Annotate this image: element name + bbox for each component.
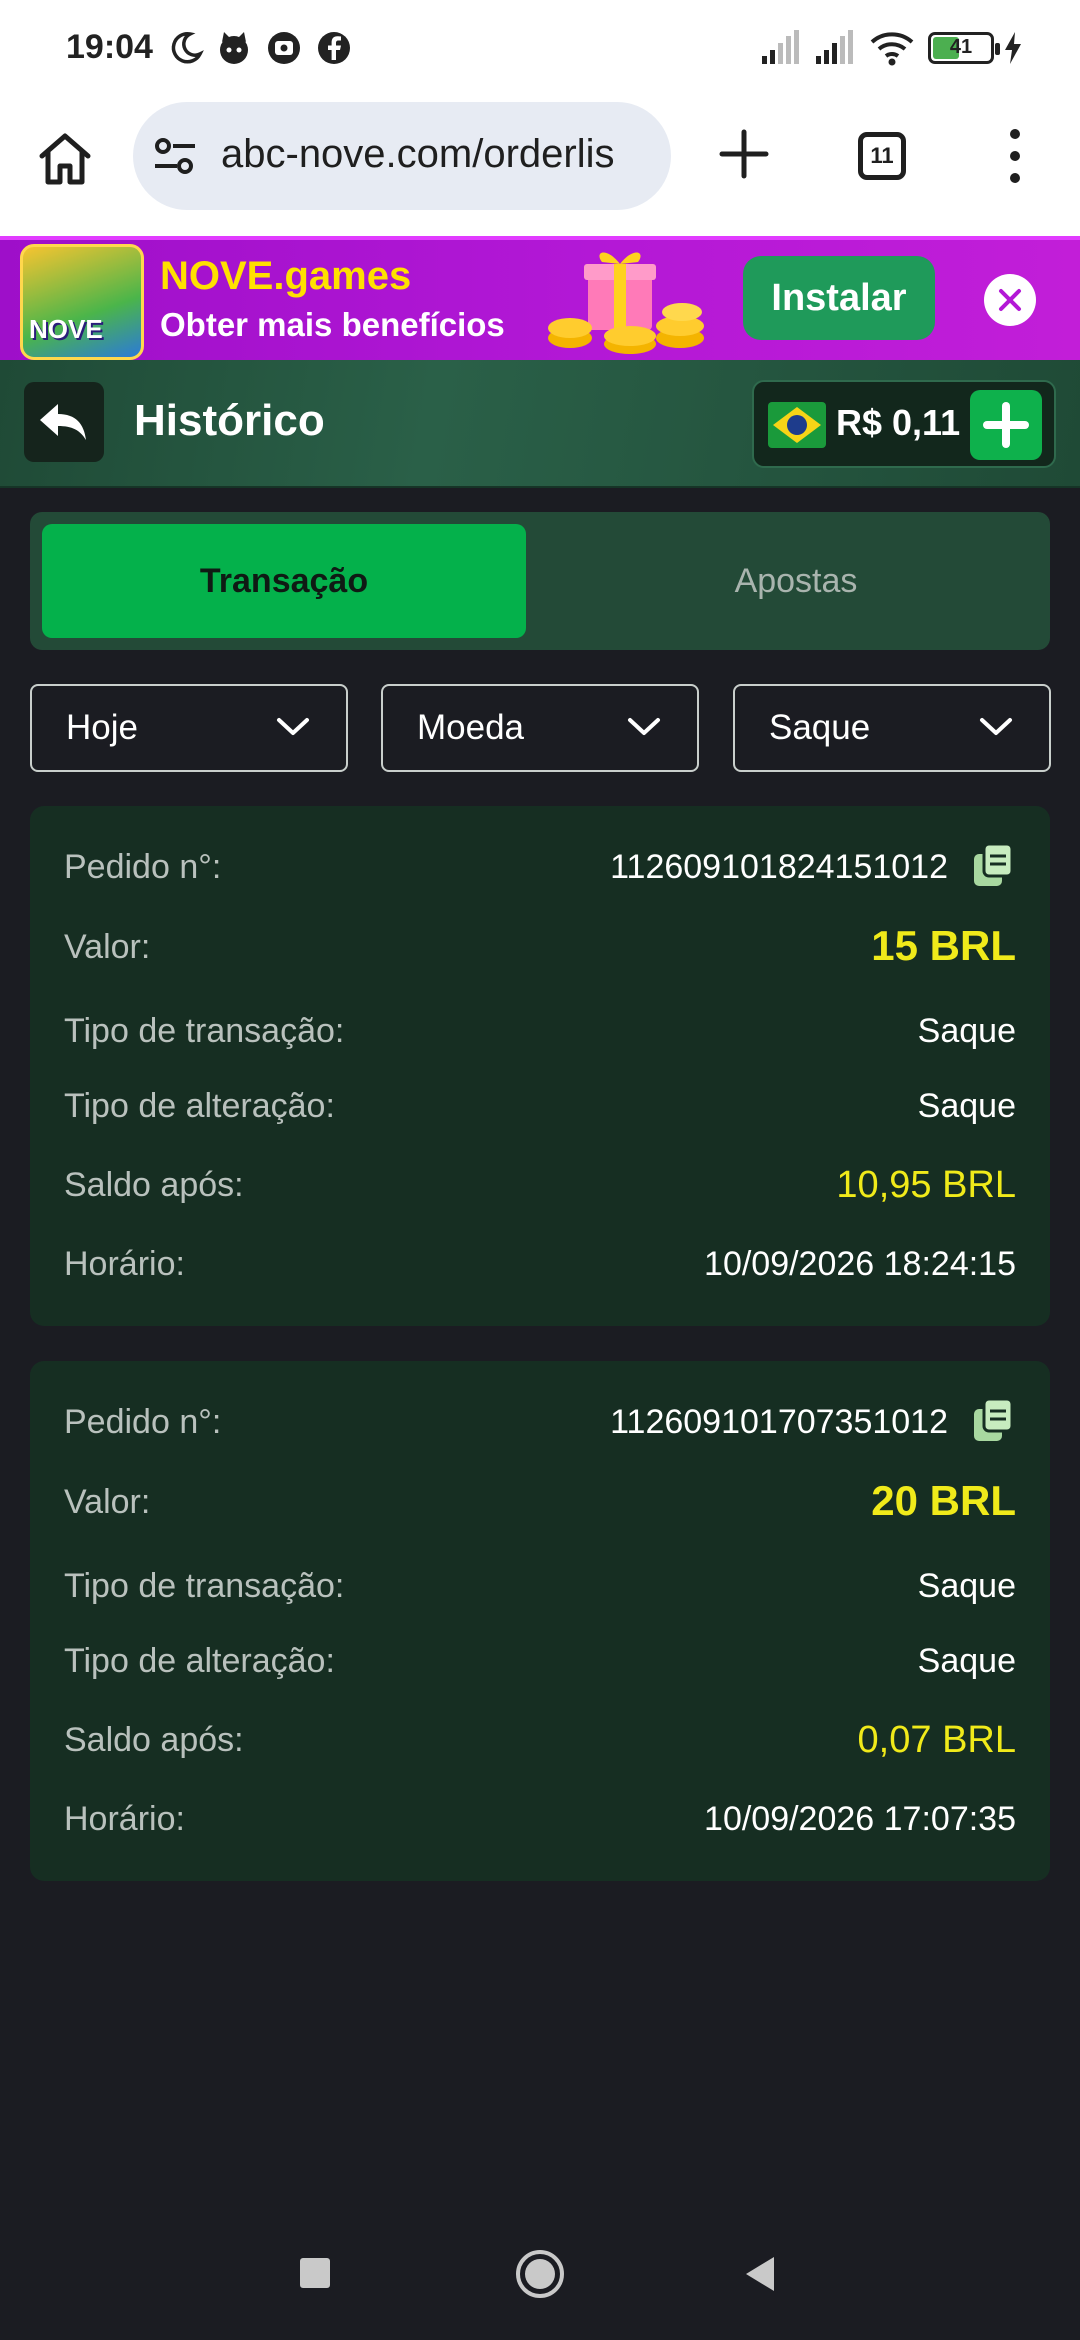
- install-button[interactable]: Instalar: [743, 256, 935, 340]
- status-bar: 19:04 41: [0, 0, 1080, 96]
- order-label: Pedido n°:: [64, 1403, 222, 1441]
- copy-icon[interactable]: [970, 1397, 1016, 1443]
- copy-icon[interactable]: [970, 842, 1016, 888]
- transaction-type-label: Tipo de transação:: [64, 1567, 345, 1605]
- balance-widget: R$ 0,11: [752, 380, 1056, 468]
- more-menu-icon[interactable]: [1000, 126, 1030, 186]
- transaction-card: Pedido n°: 112609101707351012 Valor: 20 …: [30, 1361, 1050, 1881]
- type-filter-label: Saque: [769, 708, 871, 747]
- tab-transacao[interactable]: Transação: [42, 524, 526, 638]
- balance-after-value: 10,95 BRL: [836, 1164, 1016, 1206]
- home-button-icon[interactable]: [514, 2248, 566, 2300]
- chevron-down-icon: [277, 718, 309, 735]
- app-logo-text: NOVE: [29, 314, 103, 344]
- change-type-value: Saque: [917, 1087, 1016, 1125]
- home-icon[interactable]: [36, 130, 94, 188]
- facebook-icon: [318, 32, 350, 64]
- url-text: abc-nove.com/orderlis: [221, 132, 615, 176]
- back-button[interactable]: [24, 382, 104, 462]
- banner-title: NOVE.games: [160, 254, 412, 298]
- change-type-label: Tipo de alteração:: [64, 1087, 335, 1125]
- time-row: Horário: 10/09/2026 18:24:15: [64, 1245, 1016, 1295]
- order-row: Pedido n°: 112609101707351012: [64, 1397, 1016, 1453]
- balance-after-label: Saldo após:: [64, 1721, 244, 1759]
- order-number: 112609101824151012: [610, 848, 948, 886]
- cat-icon: [220, 32, 248, 64]
- time-value: 10/09/2026 18:24:15: [704, 1245, 1016, 1283]
- order-label: Pedido n°:: [64, 848, 222, 886]
- transaction-type-label: Tipo de transação:: [64, 1012, 345, 1050]
- amount-label: Valor:: [64, 1483, 151, 1521]
- signal-icon: [762, 30, 799, 64]
- moon-icon: [171, 32, 204, 64]
- signal-icon: [816, 30, 853, 64]
- status-time: 19:04: [66, 28, 153, 66]
- close-banner-button[interactable]: [984, 274, 1036, 326]
- app-header: Histórico R$ 0,11: [0, 360, 1080, 488]
- back-arrow-icon: [40, 404, 86, 440]
- transaction-card: Pedido n°: 112609101824151012 Valor: 15 …: [30, 806, 1050, 1326]
- change-type-row: Tipo de alteração: Saque: [64, 1642, 1016, 1692]
- battery-icon: 41: [928, 32, 1000, 64]
- time-row: Horário: 10/09/2026 17:07:35: [64, 1800, 1016, 1850]
- install-banner: NOVE NOVE.games Obter mais benefícios In…: [0, 236, 1080, 360]
- banner-subtitle: Obter mais benefícios: [160, 306, 505, 343]
- battery-level: 41: [949, 36, 973, 58]
- transaction-type-row: Tipo de transação: Saque: [64, 1012, 1016, 1062]
- currency-filter-dropdown[interactable]: Moeda: [381, 684, 699, 772]
- transaction-type-value: Saque: [917, 1567, 1016, 1605]
- charging-icon: [1005, 32, 1021, 64]
- date-filter-dropdown[interactable]: Hoje: [30, 684, 348, 772]
- order-number: 112609101707351012: [610, 1403, 948, 1441]
- plus-icon: [983, 402, 1029, 448]
- browser-toolbar: abc-nove.com/orderlis 11: [0, 96, 1080, 236]
- recents-button-icon[interactable]: [298, 2256, 332, 2290]
- time-label: Horário:: [64, 1800, 185, 1838]
- transaction-type-value: Saque: [917, 1012, 1016, 1050]
- amount-row: Valor: 15 BRL: [64, 922, 1016, 978]
- balance-after-value: 0,07 BRL: [857, 1719, 1016, 1761]
- history-tabs: Transação Apostas: [30, 512, 1050, 650]
- balance-amount: R$ 0,11: [836, 402, 961, 443]
- page-title: Histórico: [134, 396, 325, 445]
- balance-after-row: Saldo após: 0,07 BRL: [64, 1719, 1016, 1771]
- change-type-label: Tipo de alteração:: [64, 1642, 335, 1680]
- amount-label: Valor:: [64, 928, 151, 966]
- system-nav-bar: [0, 2200, 1080, 2340]
- deposit-button[interactable]: [970, 390, 1042, 460]
- order-row: Pedido n°: 112609101824151012: [64, 842, 1016, 898]
- brazil-flag-icon: [768, 402, 826, 448]
- address-bar[interactable]: abc-nove.com/orderlis: [133, 102, 671, 210]
- type-filter-dropdown[interactable]: Saque: [733, 684, 1051, 772]
- close-icon: [999, 289, 1021, 311]
- amount-value: 15 BRL: [871, 922, 1016, 969]
- time-value: 10/09/2026 17:07:35: [704, 1800, 1016, 1838]
- gift-coins-icon: [548, 252, 704, 354]
- chevron-down-icon: [980, 718, 1012, 735]
- amount-value: 20 BRL: [871, 1477, 1016, 1524]
- chevron-down-icon: [628, 718, 660, 735]
- amount-row: Valor: 20 BRL: [64, 1477, 1016, 1533]
- screen-record-icon: [268, 32, 300, 64]
- transaction-type-row: Tipo de transação: Saque: [64, 1567, 1016, 1617]
- back-button-icon[interactable]: [742, 2254, 778, 2294]
- tab-apostas[interactable]: Apostas: [554, 524, 1038, 638]
- date-filter-label: Hoje: [66, 708, 138, 747]
- change-type-value: Saque: [917, 1642, 1016, 1680]
- app-logo: NOVE: [20, 244, 144, 360]
- new-tab-icon[interactable]: [716, 126, 772, 182]
- tab-switcher-button[interactable]: 11: [858, 132, 906, 180]
- balance-after-label: Saldo após:: [64, 1166, 244, 1204]
- currency-filter-label: Moeda: [417, 708, 525, 747]
- change-type-row: Tipo de alteração: Saque: [64, 1087, 1016, 1137]
- wifi-icon: [870, 32, 914, 66]
- time-label: Horário:: [64, 1245, 185, 1283]
- site-settings-icon[interactable]: [153, 136, 197, 176]
- balance-after-row: Saldo após: 10,95 BRL: [64, 1164, 1016, 1216]
